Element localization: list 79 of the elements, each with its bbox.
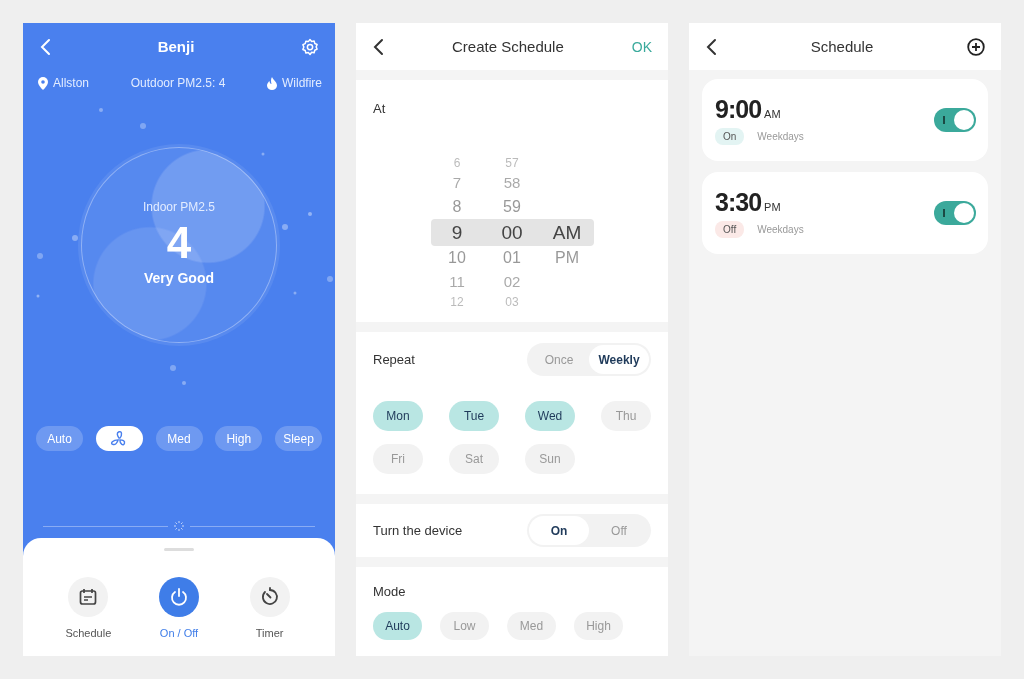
mode-button[interactable]: Med [155, 426, 203, 451]
mode-chip[interactable]: Med [507, 612, 556, 640]
minute-option[interactable]: 02 [503, 270, 521, 294]
hour-option[interactable]: 11 [449, 270, 465, 294]
section-label: Mode [373, 584, 406, 599]
timer-icon [259, 587, 280, 607]
repeat-option[interactable]: Weekly [589, 345, 649, 374]
section-label: Turn the device [373, 523, 463, 538]
minute-option[interactable]: 59 [503, 195, 521, 219]
day-chip[interactable]: Wed [525, 401, 575, 431]
repeat-option[interactable]: Once [529, 345, 589, 374]
alert-label: Wildfire [281, 76, 322, 90]
add-icon[interactable] [967, 37, 985, 56]
schedule-button[interactable] [68, 577, 109, 617]
time-period: AM [764, 108, 781, 120]
hour-option[interactable]: 10 [448, 246, 466, 270]
mode-chip[interactable]: Low [440, 612, 489, 640]
repeat-days: Weekdays [757, 131, 804, 142]
toggle-switch[interactable] [934, 201, 976, 225]
action-label: Schedule [65, 627, 112, 639]
hour-option[interactable]: 8 [452, 195, 462, 219]
mode-button[interactable]: High [215, 426, 263, 451]
ok-button[interactable]: OK [631, 38, 652, 55]
calendar-icon [78, 587, 99, 607]
hour-option[interactable]: 12 [450, 294, 464, 310]
action-tag: On [715, 128, 745, 145]
hour-option[interactable]: 6 [453, 155, 461, 171]
action-label: Timer [255, 627, 284, 639]
schedule-time: 3:30 [715, 188, 762, 217]
mode-chip[interactable]: High [574, 612, 623, 640]
power-option[interactable]: Off [589, 516, 649, 545]
hour-option[interactable]: 7 [452, 171, 462, 195]
day-chip[interactable]: Mon [373, 401, 423, 431]
mode-button[interactable]: Sleep [275, 426, 322, 451]
power-option[interactable]: On [529, 516, 589, 545]
drag-handle[interactable] [164, 548, 194, 551]
screen-title: Schedule [810, 38, 874, 55]
flame-icon [266, 76, 277, 90]
outdoor-reading: Outdoor PM2.5: 4 [130, 76, 226, 90]
minute-option[interactable]: 57 [505, 155, 519, 171]
hour-option[interactable]: 9 [451, 219, 463, 246]
indoor-value: 4 [166, 218, 192, 268]
power-icon [169, 587, 189, 607]
back-icon[interactable] [372, 37, 384, 56]
toggle-switch[interactable] [934, 108, 976, 132]
day-chip[interactable]: Sun [525, 444, 575, 474]
location-label: Allston [53, 76, 90, 90]
device-title: Benji [157, 38, 195, 55]
brightness-icon[interactable] [174, 521, 184, 531]
action-tag: Off [715, 221, 745, 238]
minute-option[interactable]: 01 [503, 246, 521, 270]
day-chip[interactable]: Tue [449, 401, 499, 431]
minute-option[interactable]: 58 [503, 171, 521, 195]
location-pin-icon [38, 76, 48, 90]
action-label: On / Off [159, 627, 199, 639]
mode-chip[interactable]: Auto [373, 612, 422, 640]
mode-button[interactable]: Auto [36, 426, 83, 451]
minute-option[interactable]: 03 [505, 294, 519, 310]
fan-mode-button[interactable] [95, 426, 143, 451]
period-option[interactable]: PM [555, 246, 579, 270]
schedule-time: 9:00 [715, 95, 762, 124]
period-option[interactable]: AM [552, 219, 582, 246]
day-chip[interactable]: Sat [449, 444, 499, 474]
screen-title: Create Schedule [452, 38, 564, 55]
section-label: At [373, 101, 386, 116]
settings-icon[interactable] [301, 37, 319, 56]
time-period: PM [764, 201, 781, 213]
day-chip[interactable]: Thu [601, 401, 651, 431]
minute-option[interactable]: 00 [501, 219, 523, 246]
back-icon[interactable] [705, 37, 717, 56]
repeat-days: Weekdays [757, 224, 804, 235]
quality-label: Very Good [144, 270, 214, 286]
timer-button[interactable] [249, 577, 290, 617]
schedule-card[interactable]: 9:00 AM On Weekdays [702, 79, 988, 161]
schedule-card[interactable]: 3:30 PM Off Weekdays [702, 172, 988, 254]
day-chip[interactable]: Fri [373, 444, 423, 474]
indoor-label: Indoor PM2.5 [142, 200, 215, 214]
section-label: Repeat [373, 352, 415, 367]
power-button[interactable] [159, 577, 199, 617]
